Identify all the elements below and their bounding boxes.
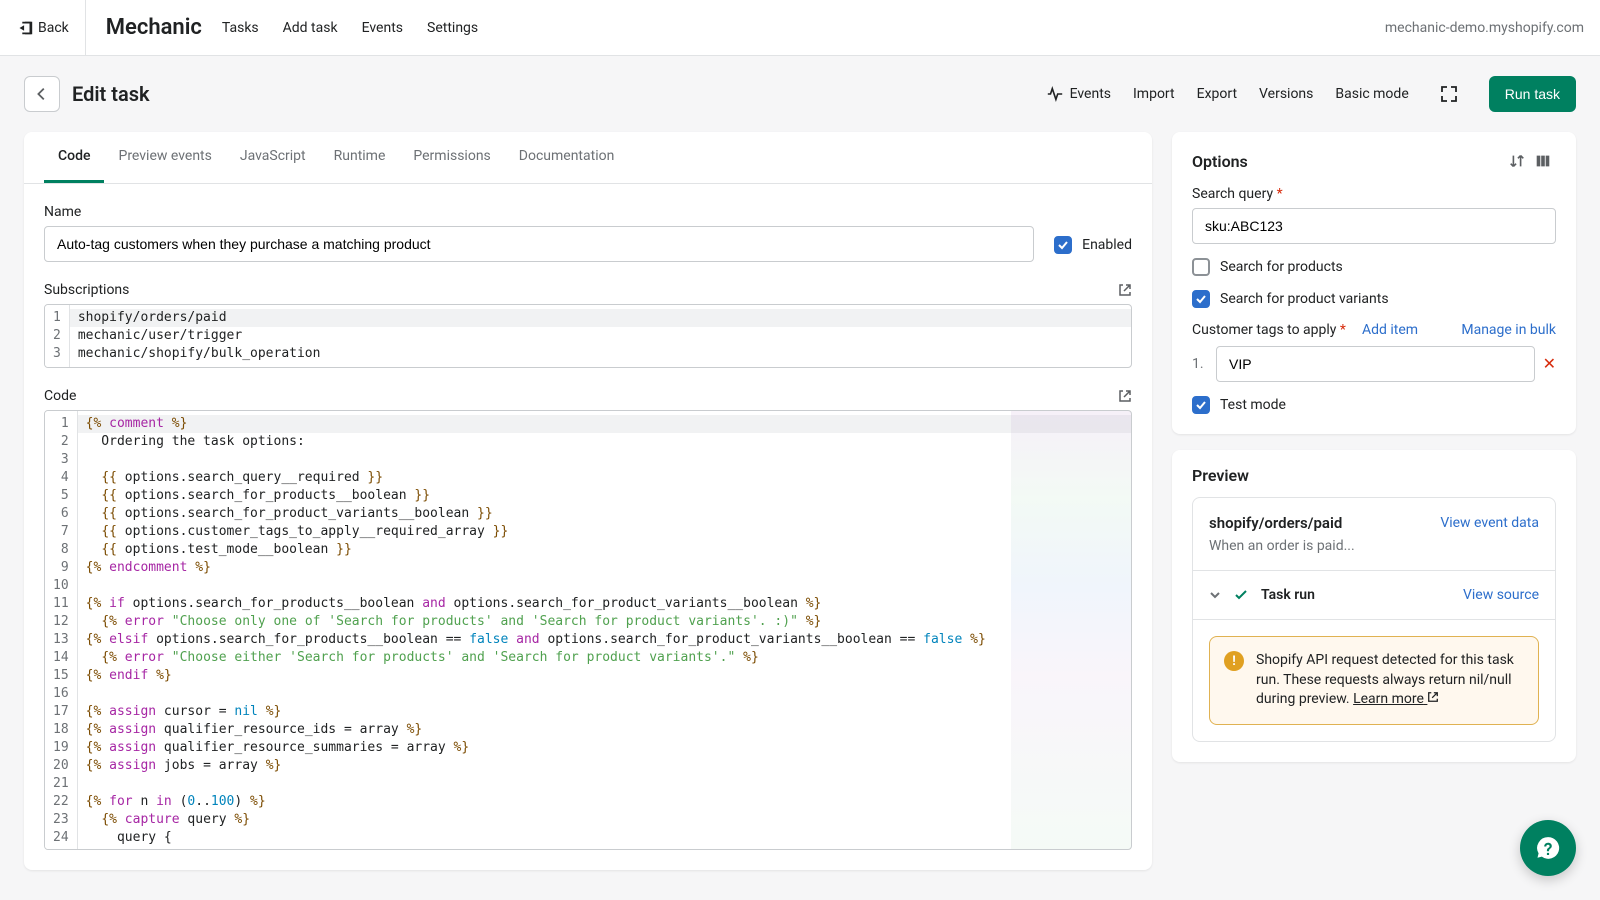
options-columns-button[interactable] xyxy=(1530,148,1556,174)
preview-event-desc: When an order is paid... xyxy=(1209,538,1539,554)
tag-delete-button[interactable]: ✕ xyxy=(1543,354,1556,374)
popout-icon xyxy=(1118,389,1132,403)
arrow-left-icon xyxy=(33,85,51,103)
test-mode-checkbox[interactable] xyxy=(1192,396,1210,414)
shop-domain: mechanic-demo.myshopify.com xyxy=(1385,20,1584,36)
fullscreen-button[interactable] xyxy=(1431,76,1467,112)
task-name-input[interactable] xyxy=(44,226,1034,262)
topbar: Back Mechanic Tasks Add task Events Sett… xyxy=(0,0,1600,56)
nav-events[interactable]: Events xyxy=(362,20,403,36)
tag-input[interactable] xyxy=(1216,346,1535,382)
tag-index: 1. xyxy=(1192,356,1208,372)
check-icon xyxy=(1195,399,1207,411)
check-icon xyxy=(1057,239,1069,251)
code-popout-button[interactable] xyxy=(1118,389,1132,403)
preview-title: Preview xyxy=(1172,450,1576,497)
search-products-checkbox[interactable] xyxy=(1192,258,1210,276)
search-query-input[interactable] xyxy=(1192,208,1556,244)
subscription-line: shopify/orders/paid xyxy=(70,309,1131,327)
banner-text: Shopify API request detected for this ta… xyxy=(1256,651,1524,710)
tab-permissions[interactable]: Permissions xyxy=(399,132,504,183)
page-title: Edit task xyxy=(72,82,150,106)
nav-settings[interactable]: Settings xyxy=(427,20,478,36)
editor-tabs: Code Preview events JavaScript Runtime P… xyxy=(24,132,1152,184)
manage-bulk-link[interactable]: Manage in bulk xyxy=(1461,322,1556,338)
sort-icon xyxy=(1508,152,1526,170)
external-link-icon xyxy=(1427,691,1439,703)
enabled-checkbox[interactable] xyxy=(1054,236,1072,254)
top-nav: Tasks Add task Events Settings xyxy=(222,20,478,36)
subscriptions-label: Subscriptions xyxy=(44,282,129,298)
back-icon xyxy=(16,19,34,37)
nav-tasks[interactable]: Tasks xyxy=(222,20,259,36)
options-title: Options xyxy=(1192,152,1504,171)
import-link[interactable]: Import xyxy=(1133,86,1175,102)
name-label: Name xyxy=(44,204,1034,220)
chevron-down-icon xyxy=(1209,589,1221,601)
subscription-line: mechanic/shopify/bulk_operation xyxy=(70,345,1131,363)
brand-name: Mechanic xyxy=(106,15,202,40)
activity-icon xyxy=(1046,85,1064,103)
fullscreen-icon xyxy=(1439,84,1459,104)
export-link[interactable]: Export xyxy=(1197,86,1237,102)
main-card: Code Preview events JavaScript Runtime P… xyxy=(24,132,1152,870)
back-button[interactable]: Back xyxy=(16,0,86,56)
tab-code[interactable]: Code xyxy=(44,132,104,183)
subscriptions-editor[interactable]: 123 shopify/orders/paid mechanic/user/tr… xyxy=(44,304,1132,368)
tab-javascript[interactable]: JavaScript xyxy=(226,132,320,183)
code-editor[interactable]: 123456789101112131415161718192021222324 … xyxy=(44,410,1132,850)
columns-icon xyxy=(1534,152,1552,170)
search-variants-checkbox[interactable] xyxy=(1192,290,1210,308)
tags-label: Customer tags to apply * xyxy=(1192,322,1346,338)
code-label: Code xyxy=(44,388,76,404)
search-query-label: Search query * xyxy=(1192,186,1556,202)
tab-runtime[interactable]: Runtime xyxy=(320,132,400,183)
search-variants-label: Search for product variants xyxy=(1220,291,1389,307)
nav-add-task[interactable]: Add task xyxy=(283,20,338,36)
chat-icon xyxy=(1535,835,1561,861)
tab-documentation[interactable]: Documentation xyxy=(505,132,629,183)
run-task-button[interactable]: Run task xyxy=(1489,76,1576,112)
back-label: Back xyxy=(38,20,69,36)
help-chat-button[interactable] xyxy=(1520,820,1576,876)
popout-icon xyxy=(1118,283,1132,297)
add-item-link[interactable]: Add item xyxy=(1362,322,1418,338)
page-header: Edit task Events Import Export Versions … xyxy=(0,56,1600,132)
header-actions: Events Import Export Versions Basic mode… xyxy=(1046,76,1576,112)
options-card: Options Search query * Search for produc… xyxy=(1172,132,1576,434)
view-source-link[interactable]: View source xyxy=(1463,587,1539,603)
basic-mode-link[interactable]: Basic mode xyxy=(1335,86,1408,102)
check-circle-icon xyxy=(1233,587,1249,603)
subscription-line: mechanic/user/trigger xyxy=(70,327,1131,345)
check-icon xyxy=(1195,293,1207,305)
preview-warning-banner: ! Shopify API request detected for this … xyxy=(1209,636,1539,725)
subscriptions-popout-button[interactable] xyxy=(1118,283,1132,297)
events-link[interactable]: Events xyxy=(1046,85,1111,103)
warning-icon: ! xyxy=(1224,651,1244,671)
learn-more-link[interactable]: Learn more xyxy=(1353,691,1439,707)
task-run-label: Task run xyxy=(1261,587,1451,603)
search-products-label: Search for products xyxy=(1220,259,1343,275)
options-sort-button[interactable] xyxy=(1504,148,1530,174)
versions-link[interactable]: Versions xyxy=(1259,86,1313,102)
preview-card: Preview shopify/orders/paid View event d… xyxy=(1172,450,1576,762)
task-run-row[interactable]: Task run View source xyxy=(1193,571,1555,620)
page-back-button[interactable] xyxy=(24,76,60,112)
enabled-label: Enabled xyxy=(1082,237,1132,253)
preview-event-name: shopify/orders/paid xyxy=(1209,514,1342,532)
test-mode-label: Test mode xyxy=(1220,397,1286,413)
view-event-data-link[interactable]: View event data xyxy=(1440,515,1539,531)
tab-preview-events[interactable]: Preview events xyxy=(104,132,225,183)
